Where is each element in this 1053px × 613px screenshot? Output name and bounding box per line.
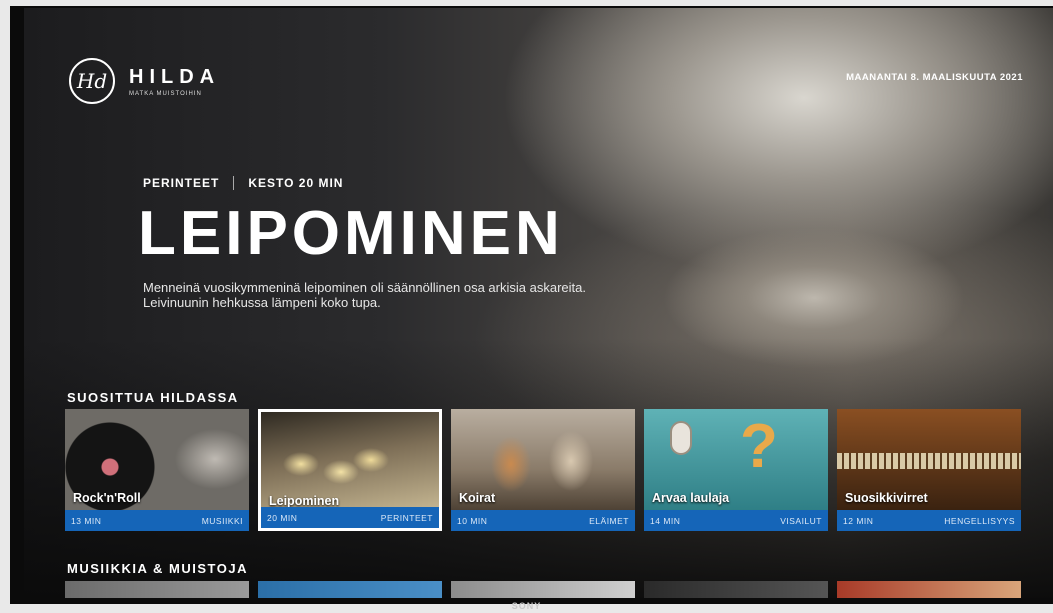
card-info-bar: 13 MIN MUSIIKKI [65, 510, 249, 531]
meta-divider [233, 176, 235, 190]
app-name: HILDA [129, 65, 221, 88]
card-thumbnail[interactable] [451, 581, 635, 598]
card-info-bar: 12 MIN HENGELLISYYS [837, 510, 1021, 531]
card-leipominen[interactable]: Leipominen 20 MIN PERINTEET [258, 409, 442, 531]
tv-screen: Hd HILDA MATKA MUISTOIHIN MAANANTAI 8. M… [24, 8, 1053, 598]
card-thumbnail[interactable] [258, 581, 442, 598]
question-mark-icon: ? [740, 412, 778, 481]
card-title: Arvaa laulaja [652, 491, 730, 505]
card-title: Suosikkivirret [845, 491, 928, 505]
card-duration: 20 MIN [267, 512, 298, 523]
card-category: PERINTEET [380, 512, 433, 523]
card-info-bar: 14 MIN VISAILUT [644, 510, 828, 531]
hero-duration: KESTO 20 MIN [248, 176, 344, 190]
card-koirat[interactable]: Koirat 10 MIN ELÄIMET [451, 409, 635, 531]
card-title: Leipominen [269, 494, 340, 508]
card-duration: 10 MIN [457, 515, 488, 526]
tv-brand-logo: SONY [511, 601, 542, 611]
hero-meta: PERINTEET KESTO 20 MIN [143, 176, 343, 190]
hero-title: LEIPOMINEN [138, 199, 564, 268]
music-memories-carousel [65, 581, 1021, 598]
card-rocknroll[interactable]: Rock'n'Roll 13 MIN MUSIIKKI [65, 409, 249, 531]
card-info-bar: 20 MIN PERINTEET [261, 507, 439, 528]
card-category: VISAILUT [780, 515, 822, 526]
row-title-music-memories: MUSIIKKIA & MUISTOJA [67, 561, 248, 576]
hilda-logo-icon: Hd [69, 58, 115, 104]
card-duration: 12 MIN [843, 515, 874, 526]
card-title: Rock'n'Roll [73, 491, 141, 505]
row-title-popular: SUOSITTUA HILDASSA [67, 390, 239, 405]
card-thumbnail[interactable] [644, 581, 828, 598]
popular-carousel: Rock'n'Roll 13 MIN MUSIIKKI Leipominen 20… [65, 409, 1021, 531]
card-arvaa-laulaja[interactable]: ? Arvaa laulaja 14 MIN VISAILUT [644, 409, 828, 531]
card-thumbnail[interactable] [837, 581, 1021, 598]
card-info-bar: 10 MIN ELÄIMET [451, 510, 635, 531]
hero-category: PERINTEET [143, 176, 220, 190]
card-duration: 13 MIN [71, 515, 102, 526]
app-tagline: MATKA MUISTOIHIN [129, 90, 202, 97]
card-suosikkivirret[interactable]: Suosikkivirret 12 MIN HENGELLISYYS [837, 409, 1021, 531]
card-category: MUSIIKKI [201, 515, 243, 526]
card-duration: 14 MIN [650, 515, 681, 526]
app-logo[interactable]: Hd HILDA MATKA MUISTOIHIN [69, 58, 220, 104]
tv-frame: Hd HILDA MATKA MUISTOIHIN MAANANTAI 8. M… [10, 6, 1053, 604]
card-category: ELÄIMET [589, 515, 629, 526]
card-title: Koirat [459, 491, 496, 505]
hero-description: Menneinä vuosikymmeninä leipominen oli s… [143, 280, 586, 310]
card-thumbnail[interactable] [65, 581, 249, 598]
current-date: MAANANTAI 8. MAALISKUUTA 2021 [846, 72, 1023, 83]
card-category: HENGELLISYYS [944, 515, 1015, 526]
microphone-icon [670, 421, 692, 455]
